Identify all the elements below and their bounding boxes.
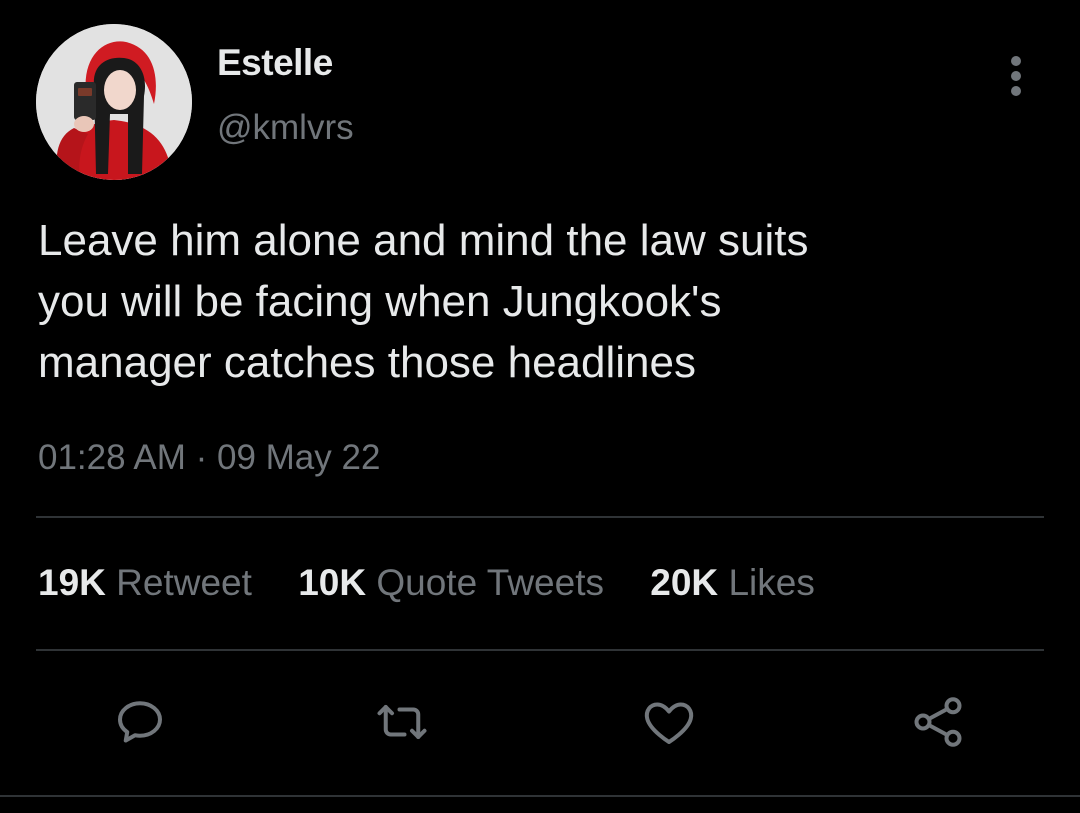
quote-tweets-label: Quote Tweets [376,562,604,603]
likes-label: Likes [728,562,815,603]
tweet-timestamp[interactable]: 01:28 AM · 09 May 22 [38,438,380,478]
share-icon [914,697,962,747]
retweet-count: 19K [38,562,106,603]
likes-count: 20K [650,562,719,603]
more-dot [1011,56,1021,66]
author-handle[interactable]: @kmlvrs [217,108,354,148]
quote-tweets-stat[interactable]: 10K Quote Tweets [298,562,604,604]
engagement-stats: 19K Retweet 10K Quote Tweets 20K Likes [38,562,851,604]
more-options-icon[interactable] [1000,54,1034,98]
divider [0,795,1080,797]
like-icon [644,702,694,744]
like-button[interactable] [637,690,701,754]
avatar[interactable] [36,24,192,180]
reply-icon [118,701,162,743]
likes-stat[interactable]: 20K Likes [650,562,815,604]
retweet-stat[interactable]: 19K Retweet [38,562,252,604]
share-button[interactable] [906,690,970,754]
divider [36,649,1044,651]
tweet-text: Leave him alone and mind the law suits y… [38,216,809,387]
retweet-label: Retweet [116,562,252,603]
divider [36,516,1044,518]
retweet-button[interactable] [370,690,434,754]
retweet-icon [377,705,427,739]
author-name[interactable]: Estelle [217,42,333,84]
more-dot [1011,71,1021,81]
reply-button[interactable] [108,690,172,754]
quote-tweets-count: 10K [298,562,367,603]
more-dot [1011,86,1021,96]
